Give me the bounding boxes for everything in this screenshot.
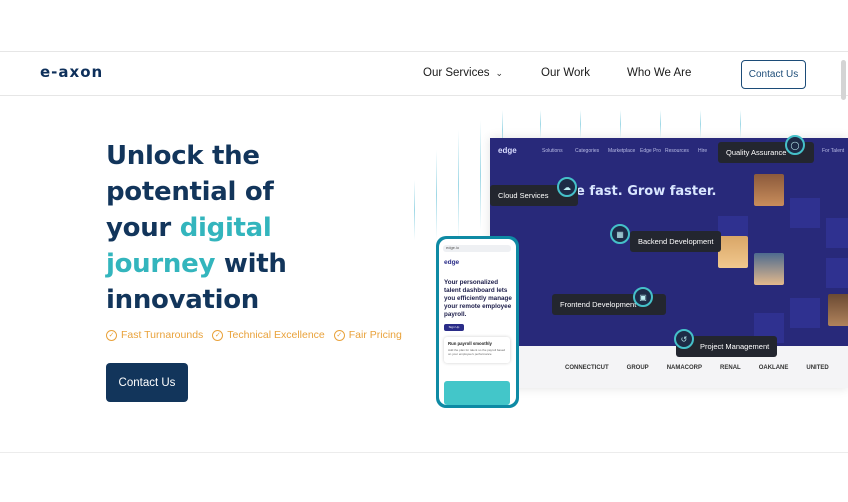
nav-our-work[interactable]: Our Work — [541, 67, 590, 79]
shield-icon: ◯ — [785, 135, 805, 155]
hero-title-line: potential of — [106, 177, 274, 207]
hero-title-highlight: journey — [106, 249, 216, 279]
dashboard-menu-item: Solutions — [542, 148, 563, 154]
dashboard-tile — [790, 198, 820, 228]
chevron-down-icon: ⌄ — [495, 68, 504, 78]
client-logos: CONNECTICUT GROUP NAMACORP RENAL OAKLANE… — [562, 364, 832, 372]
hero-title-line: innovation — [106, 285, 260, 315]
hero-title-line: Unlock the — [106, 141, 260, 171]
workflow-icon: ↺ — [674, 329, 694, 349]
decorative-line — [480, 120, 481, 230]
feature-item: ✓ Technical Excellence — [212, 329, 325, 341]
dashboard-tile — [826, 218, 848, 248]
client-logo: UNITED — [806, 365, 829, 371]
dashboard-logo: edge — [498, 146, 517, 155]
phone-headline: Your personalized talent dashboard lets … — [444, 279, 512, 318]
feature-label: Fair Pricing — [348, 329, 402, 341]
nav-our-services[interactable]: Our Services ⌄ — [423, 67, 503, 79]
dashboard-tile — [790, 298, 820, 328]
decorative-line — [414, 180, 415, 240]
phone-card-title: Run payroll smoothly — [448, 341, 492, 346]
server-icon: ▦ — [610, 224, 630, 244]
phone-mockup: edge.io edge Your personalized talent da… — [436, 236, 519, 408]
nav-our-services-label: Our Services — [423, 67, 490, 79]
phone-card-text: Add the plan for talent so the payroll b… — [448, 348, 506, 356]
talent-avatar — [828, 294, 848, 326]
dashboard-menu-item: Edge Pro — [640, 148, 661, 154]
hero-title-highlight: digital — [179, 213, 272, 243]
dashboard-menu-item: Hire — [698, 148, 708, 154]
dashboard-mockup: edge Solutions Categories Marketplace Ed… — [490, 138, 848, 388]
check-circle-icon: ✓ — [106, 329, 117, 341]
feature-item: ✓ Fast Turnarounds — [106, 329, 203, 341]
decorative-line — [700, 110, 701, 138]
nav-contact-button[interactable]: Contact Us — [741, 60, 806, 89]
feature-item: ✓ Fair Pricing — [333, 329, 402, 341]
client-logo: NAMACORP — [666, 365, 703, 371]
decorative-line — [458, 130, 459, 240]
dashboard-menu-item: Marketplace — [608, 148, 636, 154]
phone-url-bar: edge.io — [443, 245, 511, 252]
section-divider — [0, 452, 848, 453]
logo-text: e-axon — [40, 63, 104, 81]
talent-avatar — [718, 236, 748, 268]
check-circle-icon: ✓ — [212, 329, 224, 341]
hero-title-line: your — [106, 213, 180, 243]
dashboard-headline: e fast. Grow faster. — [576, 184, 717, 199]
hero-title-line: with — [215, 249, 287, 279]
phone-logo: edge — [444, 259, 460, 266]
top-blank-area — [0, 0, 848, 51]
tag-backend-development: Backend Development — [630, 231, 722, 252]
decorative-line — [660, 110, 661, 138]
site-logo[interactable]: e-axon — [40, 63, 103, 81]
scrollbar-thumb[interactable] — [841, 60, 846, 100]
client-logo: CONNECTICUT — [565, 365, 609, 371]
dashboard-menu-item: Resources — [665, 148, 689, 154]
hero-contact-button[interactable]: Contact Us — [106, 363, 188, 402]
cloud-icon: ☁ — [557, 177, 577, 197]
navbar: e-axon Our Services ⌄ Our Work Who We Are… — [0, 51, 848, 96]
decorative-line — [620, 110, 621, 138]
check-circle-icon: ✓ — [333, 329, 345, 341]
dashboard-menu-item: For Talent — [822, 148, 845, 154]
phone-signup-button: Sign Up — [444, 324, 464, 331]
talent-avatar — [754, 253, 784, 285]
client-logo: GROUP — [626, 365, 649, 371]
phone-screen: edge.io edge Your personalized talent da… — [439, 239, 516, 405]
dashboard-menu-item: Categories — [575, 148, 600, 154]
monitor-icon: ▣ — [633, 287, 653, 307]
decorative-line — [740, 110, 741, 138]
feature-label: Fast Turnarounds — [121, 329, 204, 341]
client-logo: RENAL — [720, 365, 741, 371]
decorative-line — [436, 150, 437, 240]
phone-bottom-panel — [444, 381, 510, 405]
decorative-line — [580, 110, 581, 138]
dashboard-tile — [826, 258, 848, 288]
decorative-line — [540, 110, 541, 138]
talent-avatar — [754, 174, 784, 206]
nav-who-we-are[interactable]: Who We Are — [627, 67, 691, 79]
phone-card: Run payroll smoothly Add the plan for ta… — [444, 337, 510, 363]
client-logo: OAKLANE — [758, 365, 789, 371]
hero-title: Unlock the potential of your digital jou… — [106, 138, 406, 318]
feature-label: Technical Excellence — [227, 329, 325, 341]
feature-list: ✓ Fast Turnarounds ✓ Technical Excellence … — [106, 329, 402, 341]
